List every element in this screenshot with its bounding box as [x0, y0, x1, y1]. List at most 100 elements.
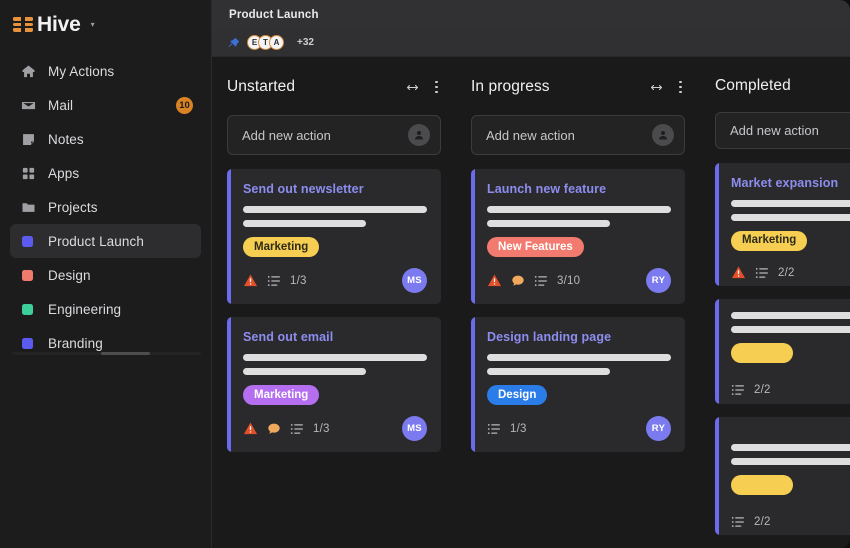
card-footer: 2/2: [731, 511, 850, 533]
task-card[interactable]: 2/2: [715, 417, 850, 535]
card-assignee-avatar[interactable]: MS: [402, 416, 427, 441]
checklist-icon: [755, 266, 769, 280]
card-accent-bar: [715, 417, 719, 535]
hive-logo-icon: [12, 14, 34, 36]
project-color-dot: [22, 338, 33, 349]
card-accent-bar: [227, 317, 231, 452]
home-icon: [20, 63, 36, 79]
card-accent-bar: [227, 169, 231, 304]
checklist-icon: [267, 274, 281, 288]
kanban-board: Unstarted Add new action: [212, 57, 850, 548]
sidebar-item-label: Branding: [48, 336, 103, 351]
sidebar: Hive ▾ My Actions Mail 10: [0, 0, 212, 548]
chevron-down-icon[interactable]: ▾: [91, 14, 95, 36]
add-action-placeholder: Add new action: [486, 128, 652, 143]
card-text-placeholder: [731, 444, 850, 451]
apps-icon: [20, 165, 36, 181]
card-accent-bar: [471, 169, 475, 304]
card-tag[interactable]: New Features: [487, 237, 584, 257]
card-text-placeholder: [487, 220, 610, 227]
card-tag[interactable]: Marketing: [731, 231, 807, 251]
checklist-icon: [487, 422, 501, 436]
board-column-in-progress: In progress Add new action: [456, 71, 700, 548]
warning-icon: [487, 273, 502, 288]
board-column-completed: Completed Add new action Market expansio…: [700, 71, 850, 548]
card-footer: 1/3 MS: [243, 268, 427, 293]
sidebar-item-product-launch[interactable]: Product Launch: [10, 224, 201, 258]
task-card[interactable]: Send out email Marketing: [227, 317, 441, 452]
checklist-count: 1/3: [290, 275, 307, 287]
assignee-avatar-icon[interactable]: [408, 124, 430, 146]
card-text-placeholder: [243, 368, 366, 375]
task-card[interactable]: 2/2: [715, 299, 850, 404]
card-text-placeholder: [731, 458, 850, 465]
pin-icon[interactable]: [228, 37, 240, 49]
card-text-placeholder: [731, 200, 850, 207]
mail-icon: [20, 97, 36, 113]
card-text-placeholder: [731, 312, 850, 319]
project-topbar: Product Launch: [212, 0, 850, 29]
sidebar-item-label: Design: [48, 268, 91, 283]
checklist-icon: [731, 515, 745, 529]
column-title: Unstarted: [227, 78, 405, 96]
warning-icon: [243, 421, 258, 436]
warning-icon: [731, 265, 746, 280]
card-text-placeholder: [487, 206, 671, 213]
checklist-count: 2/2: [754, 384, 771, 396]
project-color-dot: [22, 270, 33, 281]
card-tag[interactable]: Marketing: [243, 385, 319, 405]
card-footer: 1/3 RY: [487, 416, 671, 441]
task-card[interactable]: Market expansion Marketing 2/2: [715, 163, 850, 286]
hive-app-window: Hive ▾ My Actions Mail 10: [0, 0, 850, 548]
task-card[interactable]: Design landing page Design 1/3 RY: [471, 317, 685, 452]
card-assignee-avatar[interactable]: RY: [646, 268, 671, 293]
sidebar-item-label: Apps: [48, 166, 79, 181]
add-action-input-unstarted[interactable]: Add new action: [227, 115, 441, 155]
sidebar-item-mail[interactable]: Mail 10: [10, 88, 201, 122]
checklist-count: 2/2: [778, 267, 795, 279]
avatar-overflow-count[interactable]: +32: [297, 37, 314, 48]
notes-icon: [20, 131, 36, 147]
card-footer: 3/10 RY: [487, 268, 671, 293]
mail-unread-badge: 10: [176, 97, 193, 114]
sidebar-item-notes[interactable]: Notes: [10, 122, 201, 156]
card-assignee-avatar[interactable]: MS: [402, 268, 427, 293]
sidebar-item-design[interactable]: Design: [10, 258, 201, 292]
resize-horizontal-icon[interactable]: [649, 80, 664, 95]
card-text-placeholder: [243, 354, 427, 361]
sidebar-item-engineering[interactable]: Engineering: [10, 292, 201, 326]
card-tag[interactable]: [731, 343, 793, 363]
task-card[interactable]: Send out newsletter Marketing 1/3 MS: [227, 169, 441, 304]
kebab-menu-icon[interactable]: [432, 79, 441, 96]
brand-logo[interactable]: Hive ▾: [0, 0, 211, 50]
sidebar-item-my-actions[interactable]: My Actions: [10, 54, 201, 88]
card-text-placeholder: [243, 206, 427, 213]
card-tag[interactable]: Marketing: [243, 237, 319, 257]
page-title: Product Launch: [229, 9, 319, 21]
collaborator-avatars[interactable]: E T A: [247, 35, 284, 50]
checklist-icon: [534, 274, 548, 288]
column-title: In progress: [471, 78, 649, 96]
folder-icon: [20, 199, 36, 215]
sidebar-item-apps[interactable]: Apps: [10, 156, 201, 190]
card-text-placeholder: [487, 354, 671, 361]
task-card[interactable]: Launch new feature New Features: [471, 169, 685, 304]
card-tag[interactable]: [731, 475, 793, 495]
project-color-dot: [22, 236, 33, 247]
card-text-placeholder: [243, 220, 366, 227]
sidebar-item-projects[interactable]: Projects: [10, 190, 201, 224]
add-action-input-in-progress[interactable]: Add new action: [471, 115, 685, 155]
project-color-dot: [22, 304, 33, 315]
resize-horizontal-icon[interactable]: [405, 80, 420, 95]
sidebar-horizontal-scrollbar[interactable]: [12, 352, 201, 355]
sidebar-item-label: Projects: [48, 200, 98, 215]
assignee-avatar-icon[interactable]: [652, 124, 674, 146]
card-tag[interactable]: Design: [487, 385, 547, 405]
sidebar-nav: My Actions Mail 10 Notes Apps: [0, 50, 211, 360]
card-title: Send out email: [243, 330, 427, 344]
column-header: Unstarted: [227, 71, 441, 103]
kebab-menu-icon[interactable]: [676, 79, 685, 96]
card-title: Design landing page: [487, 330, 671, 344]
add-action-input-completed[interactable]: Add new action: [715, 112, 850, 149]
card-assignee-avatar[interactable]: RY: [646, 416, 671, 441]
